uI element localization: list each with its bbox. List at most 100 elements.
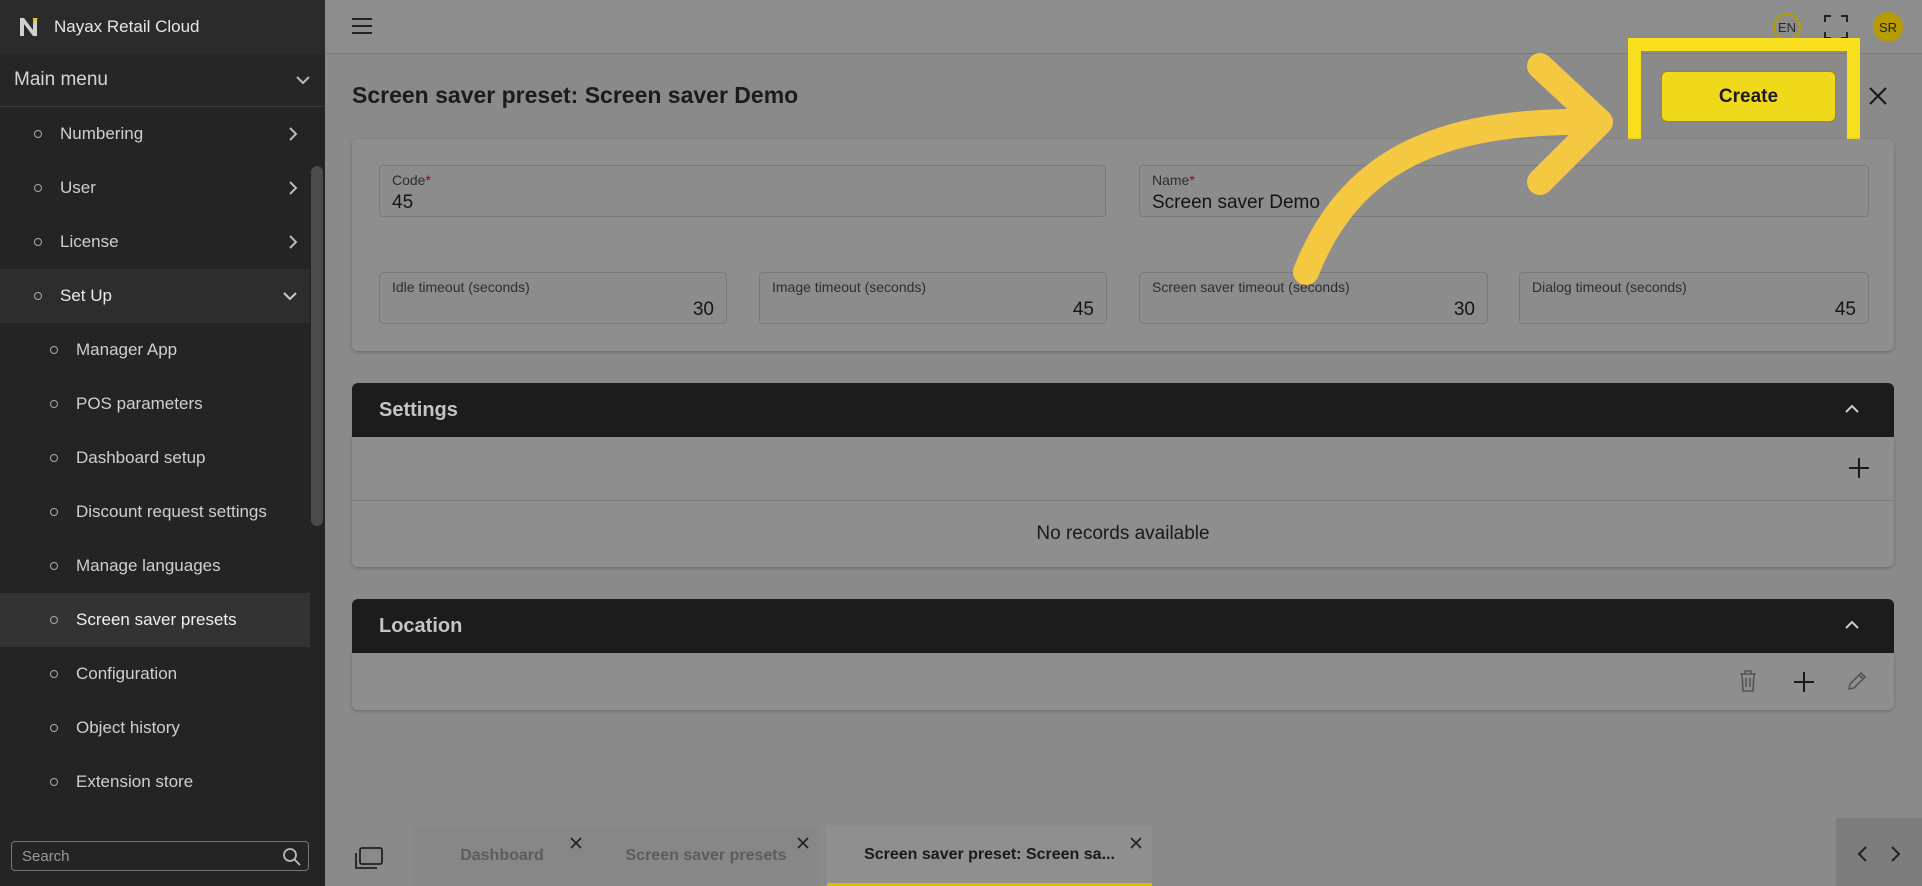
search-icon[interactable] bbox=[282, 847, 302, 867]
sidebar-subitem-configuration[interactable]: Configuration bbox=[0, 647, 310, 701]
settings-title: Settings bbox=[379, 398, 458, 421]
page-title: Screen saver preset: Screen saver Demo bbox=[352, 82, 799, 108]
language-selector[interactable]: EN bbox=[1773, 13, 1801, 41]
plus-icon[interactable] bbox=[1793, 671, 1815, 693]
idle-timeout-value: 30 bbox=[692, 299, 714, 320]
bullet-icon bbox=[50, 508, 58, 516]
sidebar-subitem-manage-languages[interactable]: Manage languages bbox=[0, 539, 310, 593]
close-icon[interactable] bbox=[1130, 837, 1142, 849]
chevron-right-icon bbox=[289, 181, 298, 195]
sidebar-scrollbar[interactable] bbox=[311, 166, 323, 526]
sidebar-subitem-object-history[interactable]: Object history bbox=[0, 701, 310, 755]
divider bbox=[352, 500, 1894, 501]
pencil-icon[interactable] bbox=[1846, 670, 1868, 692]
sidebar-item-label: License bbox=[60, 232, 119, 251]
sidebar-search-input[interactable] bbox=[22, 847, 272, 865]
tab-screen-saver-presets[interactable]: Screen saver presets bbox=[593, 826, 819, 886]
plus-icon[interactable] bbox=[1848, 457, 1870, 479]
sidebar-subitem-extension-store[interactable]: Extension store bbox=[0, 755, 310, 809]
sidebar-item-label: Set Up bbox=[60, 286, 112, 305]
tab-label: Screen saver preset: Screen sa... bbox=[864, 845, 1115, 863]
bottom-tab-bar: Dashboard Screen saver presets Screen sa… bbox=[325, 818, 1922, 886]
chevron-right-icon bbox=[289, 127, 298, 141]
bullet-icon bbox=[34, 238, 42, 246]
nayax-logo-icon bbox=[20, 18, 38, 36]
name-field-label: Name* bbox=[1152, 172, 1195, 188]
chevron-down-icon bbox=[296, 76, 310, 85]
sidebar-subitem-screen-saver-presets[interactable]: Screen saver presets bbox=[0, 593, 310, 647]
trash-icon[interactable] bbox=[1739, 670, 1757, 692]
main-menu-toggle[interactable]: Main menu bbox=[0, 54, 325, 107]
dialog-timeout-value: 45 bbox=[1834, 299, 1856, 320]
sidebar-item-label: Numbering bbox=[60, 124, 144, 143]
sidebar-subitem-label: Extension store bbox=[76, 772, 194, 791]
sidebar-item-setup[interactable]: Set Up bbox=[0, 269, 310, 323]
tab-screen-saver-preset-detail[interactable]: Screen saver preset: Screen sa... bbox=[827, 826, 1152, 886]
sidebar-subitem-label: Manager App bbox=[76, 340, 178, 359]
main-menu-label: Main menu bbox=[14, 69, 108, 90]
sidebar-subitem-discount-request-settings[interactable]: Discount request settings bbox=[0, 485, 310, 539]
tab-dashboard[interactable]: Dashboard bbox=[412, 826, 592, 886]
tab-label: Dashboard bbox=[460, 847, 544, 864]
chevron-down-icon bbox=[283, 292, 297, 301]
tab-label: Screen saver presets bbox=[625, 847, 787, 864]
location-section-header[interactable]: Location bbox=[352, 599, 1894, 653]
curved-arrow-icon bbox=[1293, 53, 1613, 285]
sidebar-item-license[interactable]: License bbox=[0, 215, 310, 269]
sidebar-item-user[interactable]: User bbox=[0, 161, 310, 215]
sidebar-subitem-label: POS parameters bbox=[76, 394, 203, 413]
avatar[interactable]: SR bbox=[1873, 12, 1903, 42]
sidebar-subitem-label: Configuration bbox=[76, 664, 178, 683]
settings-section-header[interactable]: Settings bbox=[352, 383, 1894, 437]
sidebar-search bbox=[11, 841, 309, 871]
fullscreen-icon[interactable] bbox=[1823, 14, 1849, 40]
bullet-icon bbox=[50, 562, 58, 570]
bullet-icon bbox=[34, 292, 42, 300]
bullet-icon bbox=[50, 724, 58, 732]
hamburger-icon[interactable] bbox=[351, 17, 373, 35]
bullet-icon bbox=[50, 346, 58, 354]
sidebar-subitem-label: Screen saver presets bbox=[76, 610, 237, 629]
image-timeout-value: 45 bbox=[1072, 299, 1094, 320]
bullet-icon bbox=[50, 778, 58, 786]
sidebar-subitem-manager-app[interactable]: Manager App bbox=[0, 323, 310, 377]
tabs-icon[interactable] bbox=[355, 847, 383, 869]
bullet-icon bbox=[50, 400, 58, 408]
close-icon[interactable] bbox=[1866, 84, 1890, 108]
sidebar-subitem-label: Dashboard setup bbox=[76, 448, 206, 467]
preset-form-card: Code* 45 Name* Screen saver Demo Idle ti… bbox=[352, 139, 1894, 351]
sidebar-item-label: User bbox=[60, 178, 96, 197]
menu-list: Numbering User License Set Up Manager Ap… bbox=[0, 107, 310, 826]
tab-navigation bbox=[1836, 818, 1922, 886]
sidebar-subitem-label: Object history bbox=[76, 718, 180, 737]
image-timeout-label: Image timeout (seconds) bbox=[772, 279, 927, 295]
bullet-icon bbox=[34, 130, 42, 138]
close-icon[interactable] bbox=[570, 837, 582, 849]
location-section-body bbox=[352, 653, 1894, 710]
code-field[interactable]: Code* 45 bbox=[379, 165, 1106, 217]
brand-header: Nayax Retail Cloud bbox=[0, 0, 325, 54]
sidebar-item-numbering[interactable]: Numbering bbox=[0, 107, 310, 161]
sidebar-subitem-label: Manage languages bbox=[76, 556, 221, 575]
bullet-icon bbox=[50, 670, 58, 678]
image-timeout-field[interactable]: Image timeout (seconds) 45 bbox=[759, 272, 1107, 324]
chevron-up-icon[interactable] bbox=[1844, 402, 1860, 414]
idle-timeout-field[interactable]: Idle timeout (seconds) 30 bbox=[379, 272, 727, 324]
bullet-icon bbox=[50, 454, 58, 462]
sidebar-subitem-pos-parameters[interactable]: POS parameters bbox=[0, 377, 310, 431]
chevron-up-icon[interactable] bbox=[1844, 618, 1860, 630]
sidebar-subitem-dashboard-setup[interactable]: Dashboard setup bbox=[0, 431, 310, 485]
close-icon[interactable] bbox=[797, 837, 809, 849]
app-title: Nayax Retail Cloud bbox=[54, 17, 200, 36]
chevron-right-icon[interactable] bbox=[1890, 845, 1902, 863]
chevron-left-icon[interactable] bbox=[1856, 845, 1868, 863]
settings-section-body: No records available bbox=[352, 437, 1894, 567]
sidebar: Nayax Retail Cloud Main menu Numbering U… bbox=[0, 0, 325, 886]
code-field-label: Code* bbox=[392, 172, 431, 188]
screen-saver-timeout-value: 30 bbox=[1453, 299, 1475, 320]
location-title: Location bbox=[379, 614, 463, 637]
code-field-value: 45 bbox=[392, 192, 414, 213]
create-button[interactable]: Create bbox=[1661, 71, 1836, 122]
chevron-right-icon bbox=[289, 235, 298, 249]
idle-timeout-label: Idle timeout (seconds) bbox=[392, 279, 530, 295]
